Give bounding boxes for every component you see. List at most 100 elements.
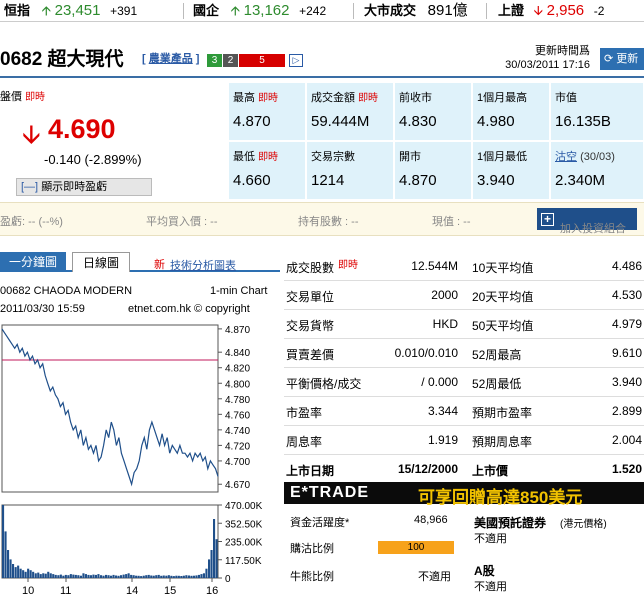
price-tick-label: 4.700 bbox=[225, 457, 250, 468]
stats-row: 平衡價格/成交 / 0.000 52周最低 3.940 bbox=[284, 368, 644, 397]
volume-bar bbox=[185, 575, 188, 578]
volume-bar bbox=[182, 575, 185, 578]
volume-bar bbox=[17, 565, 20, 578]
price-tick-label: 4.740 bbox=[225, 426, 250, 437]
stats-row: 成交股數 即時 12.544M 10天平均值 4.486 bbox=[284, 252, 644, 281]
volume-bar bbox=[84, 574, 87, 578]
sector-link[interactable]: [ 農業產品 ] bbox=[142, 50, 199, 66]
volume-bar bbox=[145, 575, 148, 578]
stats-row: 上市日期 15/12/2000 上市價 1.520 bbox=[284, 455, 644, 484]
etrade-banner[interactable]: E*TRADE 可享回贈高達850美元 bbox=[284, 482, 644, 507]
volume-bar bbox=[47, 571, 50, 578]
buy-ratio-bar: 100 bbox=[378, 541, 454, 554]
volume-bar bbox=[175, 575, 178, 578]
add-portfolio-button[interactable]: + 加入投資組合 bbox=[537, 208, 637, 235]
stats-row: 交易貨幣 HKD 50天平均值 4.979 bbox=[284, 310, 644, 339]
volume-bar bbox=[59, 574, 62, 578]
stat-label: 上市價 bbox=[472, 464, 509, 478]
volume-bar bbox=[39, 574, 42, 578]
expand-icon[interactable]: ▷ bbox=[289, 54, 303, 67]
chart-tabs: 一分鐘圖 日線圖 新 技術分析圖表 bbox=[0, 252, 280, 272]
volume-bar bbox=[12, 564, 15, 578]
volume-bar bbox=[180, 576, 183, 578]
current-price: 4.690 bbox=[48, 114, 116, 144]
volume-bar bbox=[152, 575, 155, 578]
quote-cell: 前收市 4.830 bbox=[394, 82, 472, 141]
volume-bar bbox=[102, 575, 105, 578]
volume-bar bbox=[132, 575, 135, 578]
ticker-sse[interactable]: 上證 🡫 2,956 -2 bbox=[498, 0, 604, 22]
stat-value: 1.919 bbox=[427, 433, 458, 447]
current-value-field: 現值 : -- bbox=[432, 216, 471, 228]
volume-bar bbox=[79, 575, 82, 578]
volume-bar bbox=[37, 572, 40, 578]
technical-chart-link[interactable]: 技術分析圖表 bbox=[170, 257, 236, 273]
volume-bar bbox=[44, 573, 47, 578]
volume-bar bbox=[2, 505, 5, 578]
a-share-value: 不適用 bbox=[474, 581, 507, 593]
volume-bar bbox=[208, 559, 211, 578]
volume-bar bbox=[52, 574, 55, 578]
stat-value: 3.344 bbox=[427, 404, 458, 418]
tab-daily[interactable]: 日線圖 bbox=[72, 252, 130, 272]
volume-bar bbox=[140, 576, 143, 578]
show-pnl-button[interactable]: [—] 顯示即時盈虧 bbox=[16, 178, 152, 196]
quote-cell: 最高 即時 4.870 bbox=[228, 82, 306, 141]
ticker-hscei[interactable]: 國企 🡩 13,162 +242 bbox=[193, 0, 326, 22]
volume-bar bbox=[69, 574, 72, 578]
volume-bar bbox=[22, 570, 25, 578]
chart-datetime: 2011/03/30 15:59 bbox=[0, 303, 85, 315]
x-tick-label: 10 bbox=[22, 585, 34, 597]
stat-value: 15/12/2000 bbox=[397, 462, 458, 476]
stat-label: 平衡價格/成交 bbox=[286, 377, 362, 391]
stat-label: 10天平均值 bbox=[472, 261, 534, 275]
rating-box: 5 bbox=[239, 54, 285, 67]
x-tick-label: 11 bbox=[60, 585, 71, 597]
stat-value: 3.940 bbox=[611, 375, 642, 389]
volume-bar bbox=[19, 568, 22, 578]
volume-bar bbox=[27, 568, 30, 578]
stats-row: 交易單位 2000 20天平均值 4.530 bbox=[284, 281, 644, 310]
stat-value: 4.486 bbox=[611, 259, 642, 273]
price-tick-label: 4.840 bbox=[225, 348, 250, 359]
stat-value: 0.010/0.010 bbox=[394, 346, 458, 360]
volume-bar bbox=[94, 574, 97, 578]
stat-value: 2000 bbox=[431, 288, 458, 302]
volume-bar bbox=[49, 573, 52, 578]
short-sell-link[interactable]: 沽空 bbox=[555, 151, 577, 163]
volume-bar bbox=[64, 574, 67, 578]
volume-bar bbox=[155, 575, 158, 578]
stats-row: 市盈率 3.344 預期市盈率 2.899 bbox=[284, 397, 644, 426]
volume-tick-label: 235.00K bbox=[225, 538, 263, 549]
volume-bar bbox=[142, 575, 145, 578]
volume-bar bbox=[57, 575, 60, 578]
capital-activity-value: 48,966 bbox=[414, 514, 448, 526]
quote-cell: 最低 即時 4.660 bbox=[228, 141, 306, 200]
volume-bar bbox=[110, 575, 113, 578]
adr-value: 不適用 bbox=[474, 533, 507, 545]
quote-grid: 最高 即時 4.870 成交金額 即時 59.444M 前收市 4.830 1個月最高… bbox=[228, 82, 644, 200]
volume-bar bbox=[202, 573, 205, 578]
index-ticker-bar: 恒指 🡩 23,451 +391 國企 🡩 13,162 +242 大市成交 8… bbox=[0, 0, 644, 22]
volume-bar bbox=[160, 575, 163, 578]
ticker-turnover[interactable]: 大市成交 891億 bbox=[364, 0, 468, 22]
volume-bar bbox=[170, 575, 173, 578]
volume-bar bbox=[125, 574, 128, 578]
volume-bar bbox=[82, 573, 85, 578]
pnl-field: 盈虧: -- (--%) bbox=[0, 216, 63, 228]
tab-1min[interactable]: 一分鐘圖 bbox=[0, 252, 66, 272]
ticker-hsi[interactable]: 恒指 🡩 23,451 +391 bbox=[4, 0, 137, 22]
price-tick-label: 4.870 bbox=[225, 325, 250, 336]
volume-bar bbox=[150, 575, 153, 578]
stat-value: / 0.000 bbox=[421, 375, 458, 389]
stat-label: 周息率 bbox=[286, 435, 323, 449]
refresh-button[interactable]: ⟳ 更新 bbox=[600, 48, 644, 70]
volume-bar bbox=[24, 571, 27, 578]
price-tick-label: 4.800 bbox=[225, 379, 250, 390]
volume-bar bbox=[190, 575, 193, 578]
x-tick-label: 15 bbox=[164, 585, 176, 597]
stat-label: 交易單位 bbox=[286, 290, 335, 304]
quote-cell: 1個月最高 4.980 bbox=[472, 82, 550, 141]
volume-plot-frame bbox=[1, 504, 219, 579]
volume-bar bbox=[147, 574, 150, 578]
